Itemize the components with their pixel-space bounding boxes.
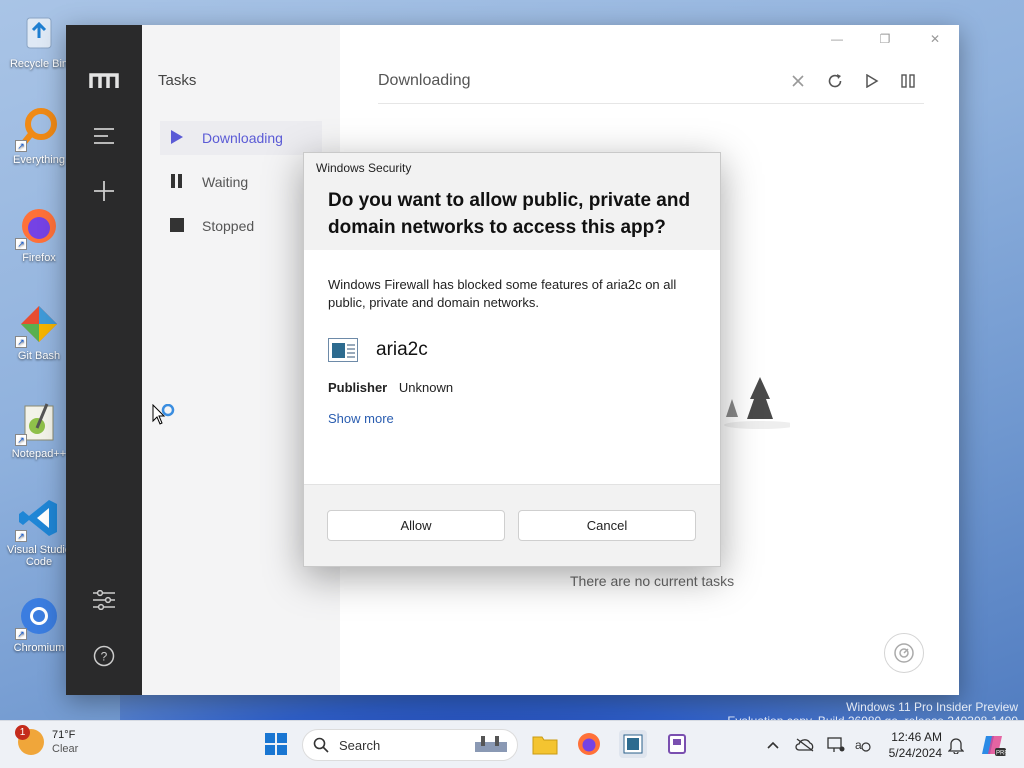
search-highlight-icon bbox=[475, 736, 507, 752]
app-info-row: aria2c bbox=[328, 338, 696, 362]
everything-icon: ↗ bbox=[15, 106, 61, 152]
svg-text:?: ? bbox=[101, 650, 108, 664]
recycle-bin-icon bbox=[17, 10, 61, 54]
windows-logo-icon bbox=[265, 733, 287, 755]
display-icon[interactable] bbox=[826, 735, 846, 755]
desktop-icon-git-bash[interactable]: ↗ Git Bash bbox=[4, 302, 74, 362]
copilot-icon[interactable]: PRE bbox=[980, 732, 1006, 758]
sidebar-item-stopped[interactable]: Stopped bbox=[160, 209, 322, 243]
help-icon[interactable]: ? bbox=[88, 640, 120, 672]
pause-all-icon[interactable] bbox=[896, 69, 920, 93]
file-explorer-taskbar-icon[interactable] bbox=[531, 730, 559, 758]
app-rail: ? bbox=[66, 25, 142, 695]
menu-icon[interactable] bbox=[88, 120, 120, 152]
sidebar-item-waiting[interactable]: Waiting bbox=[160, 165, 322, 199]
empty-state-text: There are no current tasks bbox=[570, 573, 735, 589]
sidebar-item-downloading[interactable]: Downloading bbox=[160, 121, 322, 155]
empty-state-trees-icon bbox=[724, 377, 790, 429]
dialog-caption: Windows Security bbox=[316, 161, 412, 175]
desktop-icon-label: Recycle Bin bbox=[9, 58, 69, 70]
delete-task-icon[interactable] bbox=[786, 69, 810, 93]
taskbar: 1 71°F Clear Search a 12:46 AM 5/24/2024… bbox=[0, 720, 1024, 768]
motrix-logo-icon bbox=[88, 65, 120, 97]
chromium-icon: ↗ bbox=[15, 594, 61, 640]
dialog-header: Windows Security Do you want to allow pu… bbox=[304, 153, 720, 250]
cancel-button[interactable]: Cancel bbox=[518, 510, 696, 541]
vscode-icon: ↗ bbox=[15, 496, 61, 542]
desktop-icon-label: Notepad++ bbox=[11, 448, 67, 460]
desktop-icon-label: Firefox bbox=[22, 252, 56, 264]
show-more-link[interactable]: Show more bbox=[328, 411, 394, 426]
desktop-icon-recycle-bin[interactable]: Recycle Bin bbox=[4, 10, 74, 70]
start-button[interactable] bbox=[262, 730, 290, 758]
desktop-icon-firefox[interactable]: ↗ Firefox bbox=[4, 204, 74, 264]
motrix-taskbar-icon[interactable] bbox=[619, 730, 647, 758]
desktop-icon-label: Chromium bbox=[13, 642, 65, 654]
clock-date: 5/24/2024 bbox=[888, 746, 942, 760]
sidebar-item-label: Waiting bbox=[202, 174, 249, 190]
refresh-icon[interactable] bbox=[823, 69, 847, 93]
clock-time: 12:46 AM bbox=[891, 730, 942, 744]
maximize-icon[interactable]: ❐ bbox=[870, 29, 900, 49]
search-placeholder: Search bbox=[339, 737, 381, 753]
system-clock[interactable]: 12:46 AM 5/24/2024 bbox=[880, 729, 942, 761]
watermark-line1: Windows 11 Pro Insider Preview bbox=[846, 700, 1018, 714]
dialog-footer: Allow Cancel bbox=[304, 484, 720, 566]
security-taskbar-icon[interactable] bbox=[663, 730, 691, 758]
pause-icon bbox=[170, 173, 192, 191]
sidebar-title: Tasks bbox=[158, 72, 197, 89]
sidebar-item-label: Downloading bbox=[202, 130, 283, 146]
weather-sun-icon: 1 bbox=[15, 725, 44, 755]
firefox-taskbar-icon[interactable] bbox=[575, 730, 603, 758]
dialog-body: Windows Firewall has blocked some featur… bbox=[304, 250, 720, 428]
play-icon bbox=[170, 129, 192, 147]
desktop-icon-label: Everything bbox=[13, 154, 65, 166]
windows-security-dialog: Windows Security Do you want to allow pu… bbox=[303, 152, 721, 567]
desktop-icon-vscode[interactable]: ↗ Visual Studio Code bbox=[4, 496, 74, 568]
add-task-icon[interactable] bbox=[88, 175, 120, 207]
minimize-icon[interactable]: — bbox=[822, 29, 852, 49]
allow-button[interactable]: Allow bbox=[327, 510, 505, 541]
language-icon[interactable]: a bbox=[852, 735, 872, 755]
publisher-value: Unknown bbox=[398, 380, 454, 395]
publisher-row: Publisher Unknown bbox=[328, 380, 696, 395]
app-name: aria2c bbox=[376, 339, 428, 360]
weather-condition: Clear bbox=[52, 743, 79, 755]
notification-bell-icon[interactable] bbox=[946, 735, 966, 755]
taskbar-search-box[interactable]: Search bbox=[302, 729, 518, 761]
search-icon bbox=[313, 737, 329, 753]
desktop-icon-label: Visual Studio Code bbox=[6, 544, 71, 568]
title-divider bbox=[378, 103, 924, 104]
dialog-question: Do you want to allow public, private and… bbox=[328, 190, 691, 238]
desktop-icon-chromium[interactable]: ↗ Chromium bbox=[4, 594, 74, 654]
weather-widget[interactable]: 1 71°F Clear bbox=[15, 725, 79, 756]
speedometer-icon[interactable] bbox=[884, 633, 924, 673]
svg-text:a: a bbox=[855, 738, 862, 752]
sidebar-item-label: Stopped bbox=[202, 218, 255, 234]
resume-all-icon[interactable] bbox=[860, 69, 884, 93]
mouse-cursor-busy-icon bbox=[152, 404, 175, 425]
stop-icon bbox=[170, 217, 192, 235]
application-icon bbox=[328, 338, 358, 362]
preferences-icon[interactable] bbox=[88, 584, 120, 616]
close-window-icon[interactable]: ✕ bbox=[920, 29, 950, 49]
onedrive-icon[interactable] bbox=[795, 735, 815, 755]
firefox-icon: ↗ bbox=[15, 204, 61, 250]
chevron-up-icon[interactable] bbox=[763, 735, 783, 755]
page-title: Downloading bbox=[378, 72, 471, 89]
git-bash-icon: ↗ bbox=[15, 302, 61, 348]
desktop-icon-everything[interactable]: ↗ Everything bbox=[4, 106, 74, 166]
svg-text:PRE: PRE bbox=[996, 751, 1006, 757]
notepad-plus-icon: ↗ bbox=[15, 400, 61, 446]
desktop-icon-label: Git Bash bbox=[17, 350, 61, 362]
dialog-message: Windows Firewall has blocked some featur… bbox=[328, 277, 677, 310]
weather-notification-badge: 1 bbox=[15, 725, 30, 740]
desktop-icon-notepad-plus[interactable]: ↗ Notepad++ bbox=[4, 400, 74, 460]
publisher-label: Publisher bbox=[328, 380, 388, 395]
weather-temp: 71°F bbox=[52, 729, 76, 741]
